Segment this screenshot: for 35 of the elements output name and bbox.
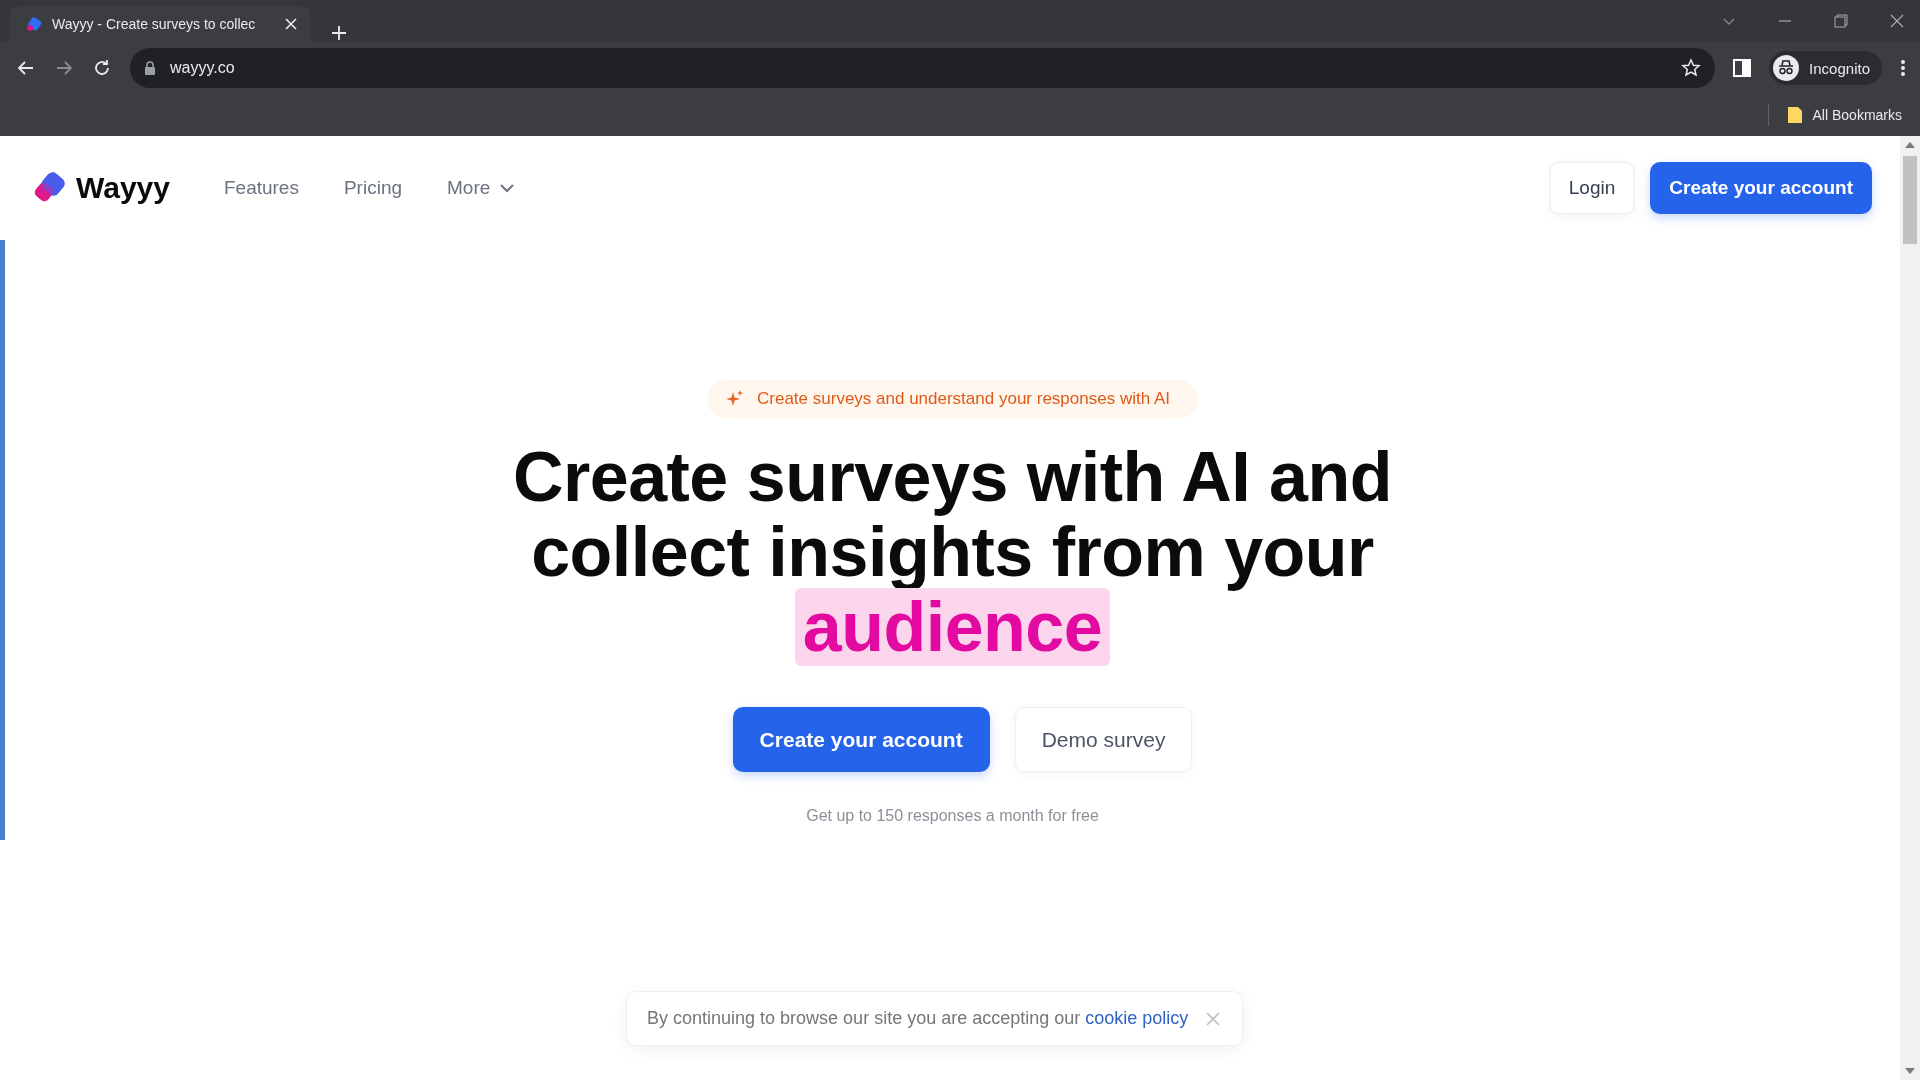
star-icon[interactable] (1681, 58, 1702, 78)
scroll-down-icon[interactable] (1905, 1068, 1915, 1074)
cookie-notice: By continuing to browse our site you are accepting our cookie policy (647, 1008, 1189, 1029)
demo-survey-button[interactable]: Demo survey (1014, 707, 1193, 772)
more-icon[interactable] (1900, 58, 1906, 78)
nav-link[interactable]: Features (223, 177, 299, 199)
restore-icon[interactable] (1834, 14, 1848, 28)
incognito-icon (1773, 55, 1800, 81)
more-menu[interactable]: More (447, 177, 515, 199)
profile-button[interactable]: Incognito (1769, 51, 1882, 85)
nav-link[interactable]: Pricing (343, 177, 402, 199)
brand-name: Wayyy (76, 171, 170, 205)
bookmarks-link[interactable]: All Bookmarks (1812, 107, 1902, 123)
scrollbar-thumb[interactable] (1903, 156, 1917, 244)
url-text: wayyy.co (170, 59, 236, 77)
close-icon[interactable] (1890, 14, 1904, 28)
lock-icon (144, 61, 156, 75)
badge-text: Create surveys and understand your responses with AI (757, 389, 1170, 409)
plus-icon[interactable] (330, 24, 348, 42)
cookie-policy-link[interactable]: cookie policy (1085, 1008, 1189, 1028)
create-account-button[interactable]: Create your account (732, 707, 990, 772)
free-plan-note: Get up to 150 responses a month for free (806, 807, 1099, 825)
site-logo-icon (26, 16, 42, 32)
chevron-down-icon (500, 183, 515, 193)
reload-icon[interactable] (92, 58, 112, 78)
create-account-button[interactable]: Create your account (1650, 162, 1872, 214)
login-button[interactable]: Login (1549, 162, 1635, 214)
side-panel-icon[interactable] (1733, 59, 1752, 77)
logo-icon (34, 172, 66, 204)
folder-icon (1786, 106, 1803, 124)
address-bar[interactable]: wayyy.co (130, 48, 1716, 88)
scroll-up-icon[interactable] (1905, 142, 1915, 148)
hero-headline: Create surveys with AI and collect insights from your audience (511, 440, 1394, 665)
tab-title: Wayyy - Create surveys to collec (52, 16, 257, 32)
browser-tab[interactable]: Wayyy - Create surveys to collec (10, 6, 310, 42)
